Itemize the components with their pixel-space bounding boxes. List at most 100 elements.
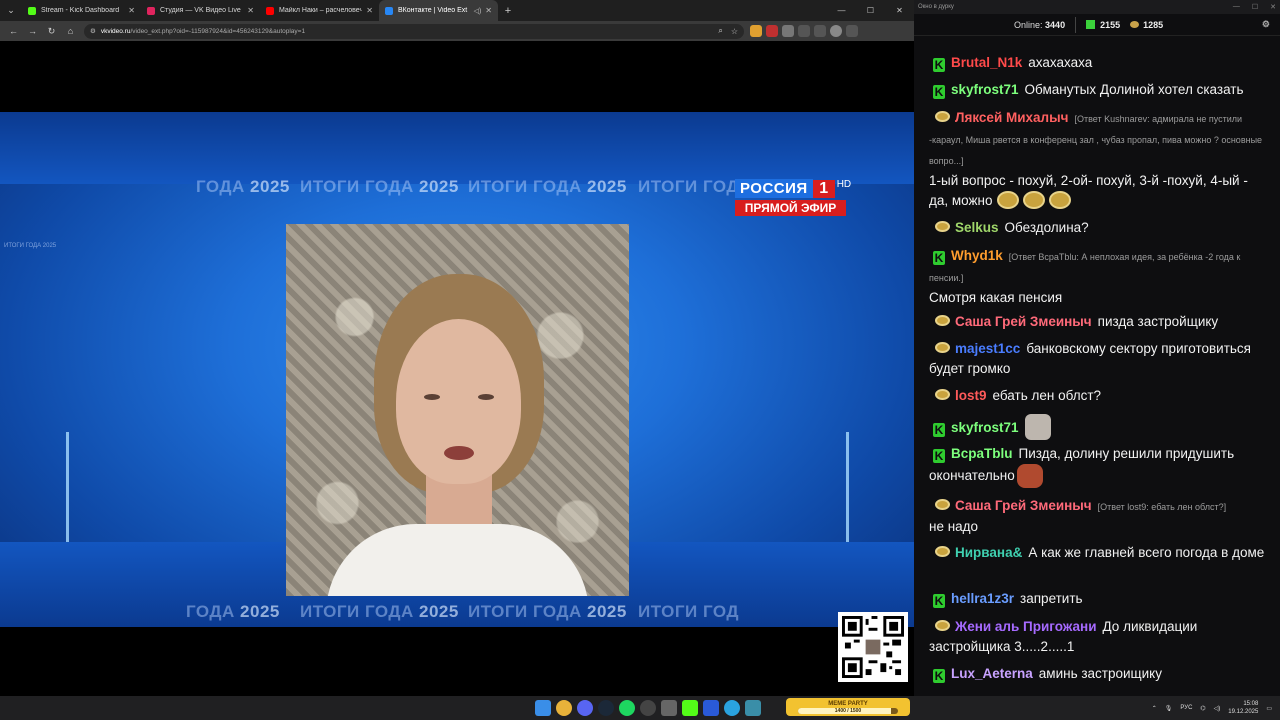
browser-tab[interactable]: Майкл Наки – расчеловечивание✕: [260, 0, 379, 21]
settings-gear-icon[interactable]: ⚙: [1262, 19, 1270, 30]
chat-username[interactable]: skyfrost71: [951, 420, 1019, 435]
chat-message[interactable]: Selkus Обездолина?: [914, 215, 1280, 241]
chat-username[interactable]: skyfrost71: [951, 82, 1019, 97]
chat-message[interactable]: Kskyfrost71: [929, 414, 1269, 440]
video-player[interactable]: ГОДА 2025 ИТОГИ ГОДА 2025 ИТОГИ ГОДА 2025 И…: [0, 112, 914, 627]
chat-message[interactable]: majest1cc банковскому сектору приготовить…: [929, 339, 1269, 379]
tab-favicon-icon: [147, 6, 155, 15]
chat-username[interactable]: Саша Грей Змеиныч: [955, 498, 1092, 513]
chat-message-list[interactable]: K Brutal_N1k ахахахаха Kskyfrost71 Обманутых…: [914, 36, 1280, 696]
site-info-icon[interactable]: ⚙: [90, 27, 96, 35]
steam-icon[interactable]: [598, 700, 614, 716]
kick-badge-icon: K: [933, 449, 945, 463]
chat-message[interactable]: Жени аль Пригожани До ликвидации застройщ…: [914, 614, 1280, 660]
tab-title: Майкл Наки – расчеловечивание: [279, 7, 363, 14]
close-window-icon[interactable]: ✕: [1270, 3, 1276, 11]
vk-viewer-count: 1285: [1143, 19, 1164, 30]
kick-app-icon[interactable]: [682, 700, 698, 716]
clock[interactable]: 15:08 19.12.2025: [1228, 700, 1258, 716]
chat-username[interactable]: Selkus: [955, 220, 999, 235]
ticker-year: 2025: [587, 177, 627, 196]
meme-party-widget[interactable]: MEME PARTY 1400 / 1500: [786, 698, 910, 716]
chat-username[interactable]: Ляксей Михалыч: [955, 110, 1069, 125]
chat-username[interactable]: Саша Грей Змеиныч: [955, 314, 1092, 329]
hd-label: HD: [836, 179, 852, 190]
chat-username[interactable]: Жени аль Пригожани: [955, 619, 1097, 634]
chrome-icon[interactable]: [556, 700, 572, 716]
chat-username[interactable]: Lux_Aeterna: [951, 666, 1033, 681]
chat-message[interactable]: lost9 ебать лен облст?: [914, 383, 1280, 409]
maximize-icon[interactable]: ☐: [1252, 3, 1258, 11]
profile-icon[interactable]: [830, 25, 842, 37]
start-menu-icon[interactable]: [535, 700, 551, 716]
extension-icon[interactable]: [782, 25, 794, 37]
extension-icon[interactable]: [750, 25, 762, 37]
cat-emote-icon: [1024, 414, 1051, 440]
minimize-icon[interactable]: —: [827, 0, 856, 21]
menu-icon[interactable]: [846, 25, 858, 37]
online-label: Online:: [1014, 19, 1043, 30]
mic-icon[interactable]: 🎙︎: [1165, 705, 1173, 712]
chat-username[interactable]: Whyd1k: [951, 248, 1003, 263]
tab-close-icon[interactable]: ✕: [485, 6, 492, 15]
tab-search-icon[interactable]: ⌄: [0, 0, 22, 21]
address-bar[interactable]: ⚙ vkvideo.ru/video_ext.php?oid=-11598792…: [84, 23, 744, 39]
browser-tab[interactable]: Студия — VK Видео Live ✕: [141, 0, 260, 21]
chat-message[interactable]: Ляксей Михалыч [Ответ Kushnarev: адмирала…: [929, 108, 1269, 211]
extension-icon[interactable]: [814, 25, 826, 37]
discord-icon[interactable]: [577, 700, 593, 716]
network-icon[interactable]: ⌬: [1200, 705, 1205, 712]
app-icon[interactable]: [661, 700, 677, 716]
bookmark-star-icon[interactable]: ☆: [731, 27, 738, 36]
tab-close-icon[interactable]: ✕: [128, 6, 135, 15]
chat-message[interactable]: Саша Грей Змеиныч пизда застройщику: [914, 309, 1280, 335]
back-icon[interactable]: ←: [4, 26, 23, 36]
browser-tab[interactable]: Stream - Kick Dashboard ✕: [22, 0, 141, 21]
chat-message[interactable]: K Brutal_N1k ахахахаха: [929, 53, 1269, 73]
chat-message[interactable]: K Lux_Aeterna аминь застроищику: [929, 664, 1269, 684]
maximize-icon[interactable]: ☐: [856, 0, 885, 21]
volume-icon[interactable]: ◁): [1214, 705, 1221, 712]
tab-close-icon[interactable]: ✕: [247, 6, 254, 15]
taskbar-apps: [535, 700, 761, 716]
screen: ⌄ Stream - Kick Dashboard ✕ Студия — VK Ви…: [0, 0, 1280, 720]
tab-audio-icon[interactable]: ◁): [474, 7, 482, 15]
chat-message-text: Обездолина?: [1004, 220, 1089, 235]
browser-tab[interactable]: ВКонтакте | Video Ext ◁) ✕: [379, 0, 498, 21]
chat-message[interactable]: Нирвана& А как же главней всего погода в …: [914, 540, 1280, 566]
chat-username[interactable]: ВсраТblu: [951, 446, 1013, 461]
tab-close-icon[interactable]: ✕: [366, 6, 373, 15]
kick-badge-icon: K: [933, 423, 945, 437]
chat-username[interactable]: majest1cc: [955, 341, 1020, 356]
chat-message[interactable]: Саша Грей Змеиныч [Ответ lost9: ебать лен…: [929, 496, 1269, 537]
chat-message[interactable]: K Whyd1k [Ответ ВсраТblu: А неплохая идея,…: [929, 246, 1269, 308]
telegram-icon[interactable]: [724, 700, 740, 716]
chevron-up-icon[interactable]: ⌃: [1152, 705, 1157, 712]
close-window-icon[interactable]: ✕: [885, 0, 914, 21]
download-icon[interactable]: [798, 25, 810, 37]
new-tab-button[interactable]: +: [498, 5, 518, 17]
home-icon[interactable]: ⌂: [61, 26, 80, 36]
window-controls: — ☐ ✕: [827, 0, 914, 21]
chat-message[interactable]: Khellra1z3r запретить: [929, 589, 1269, 609]
chat-username[interactable]: Нирвана&: [955, 545, 1022, 560]
ticker-text: ИТОГИ ГОД: [638, 177, 739, 197]
extension-icon[interactable]: [766, 25, 778, 37]
obs-icon[interactable]: [640, 700, 656, 716]
app-icon[interactable]: [745, 700, 761, 716]
chat-username[interactable]: Brutal_N1k: [951, 55, 1022, 70]
minimize-icon[interactable]: —: [1233, 3, 1240, 11]
media-player-icon[interactable]: [703, 700, 719, 716]
notifications-icon[interactable]: ▭: [1266, 705, 1272, 712]
tab-title: Stream - Kick Dashboard: [41, 7, 120, 14]
forward-icon[interactable]: →: [23, 26, 42, 36]
spotify-icon[interactable]: [619, 700, 635, 716]
chat-username[interactable]: lost9: [955, 388, 987, 403]
chat-message[interactable]: K ВсраТblu Пизда, долину решили придушить …: [914, 441, 1280, 491]
chat-message[interactable]: Kskyfrost71 Обманутых Долиной хотел сказа…: [914, 77, 1280, 103]
kick-logo-icon: [1086, 20, 1096, 29]
zoom-icon[interactable]: ⌕: [718, 26, 722, 36]
reload-icon[interactable]: ↻: [42, 26, 61, 37]
chat-username[interactable]: hellra1z3r: [951, 591, 1014, 606]
lang-indicator[interactable]: РУС: [1180, 705, 1192, 711]
